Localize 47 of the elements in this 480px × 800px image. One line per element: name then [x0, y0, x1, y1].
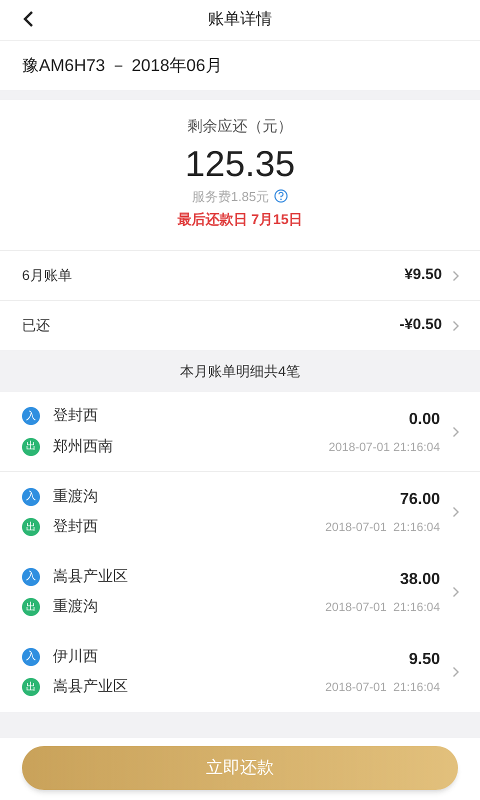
station-name: 伊川西 — [53, 646, 98, 666]
trip-row[interactable]: 入 伊川西 出 嵩县产业区 9.50 2018-07-01 21:16:04 — [0, 632, 480, 712]
trip-row[interactable]: 入 重渡沟 出 登封西 76.00 2018-07-01 21:16:04 — [0, 472, 480, 552]
trip-time: 2018-07-01 21:16:04 — [325, 679, 440, 696]
bill-amount: -¥0.50 — [399, 315, 442, 336]
bill-amount: ¥9.50 — [404, 265, 442, 286]
station-badge: 出 — [22, 678, 40, 696]
plate-period: 豫AM6H73 － 2018年06月 — [22, 54, 222, 77]
section-title: 本月账单明细共4笔 — [180, 362, 300, 380]
bill-label: 6月账单 — [22, 266, 72, 285]
chevron-right-icon — [452, 586, 460, 598]
chevron-right-icon — [452, 320, 460, 332]
bill-row[interactable]: 6月账单 ¥9.50 — [0, 250, 480, 300]
station-name: 嵩县产业区 — [53, 566, 128, 586]
trip-amount: 38.00 — [400, 570, 440, 590]
due-date: 最后还款日 7月15日 — [177, 210, 303, 229]
service-fee: 服务费1.85元 — [192, 188, 270, 206]
station-name: 嵩县产业区 — [53, 677, 128, 697]
station-badge: 出 — [22, 518, 40, 536]
station-badge: 出 — [22, 438, 40, 456]
balance-label: 剩余应还（元） — [188, 117, 292, 137]
station-badge: 入 — [22, 407, 40, 426]
trip-time: 2018-07-01 21:16:04 — [325, 519, 440, 536]
station-name: 登封西 — [53, 406, 98, 426]
chevron-right-icon — [452, 506, 460, 518]
station-badge: 出 — [22, 598, 40, 616]
station-badge: 入 — [22, 568, 40, 586]
trip-row[interactable]: 入 嵩县产业区 出 重渡沟 38.00 2018-07-01 21:16:04 — [0, 552, 480, 632]
chevron-right-icon — [452, 426, 460, 438]
chevron-right-icon — [452, 666, 460, 678]
bill-label: 已还 — [22, 316, 50, 335]
balance-amount: 125.35 — [184, 142, 296, 184]
page-title: 账单详情 — [208, 10, 272, 30]
trip-amount: 76.00 — [400, 490, 440, 510]
trip-time: 2018-07-01 21:16:04 — [325, 599, 440, 616]
trip-time: 2018-07-01 21:16:04 — [328, 438, 440, 456]
trip-amount: 0.00 — [408, 410, 440, 430]
station-name: 郑州西南 — [53, 436, 113, 456]
station-badge: 入 — [22, 488, 40, 506]
station-name: 重渡沟 — [53, 486, 98, 506]
station-name: 重渡沟 — [53, 597, 98, 617]
help-icon[interactable] — [274, 189, 288, 204]
station-name: 登封西 — [53, 517, 98, 537]
bill-row[interactable]: 已还 -¥0.50 — [0, 300, 480, 350]
trip-amount: 9.50 — [408, 650, 440, 670]
station-badge: 入 — [22, 648, 40, 666]
chevron-right-icon — [452, 270, 460, 282]
